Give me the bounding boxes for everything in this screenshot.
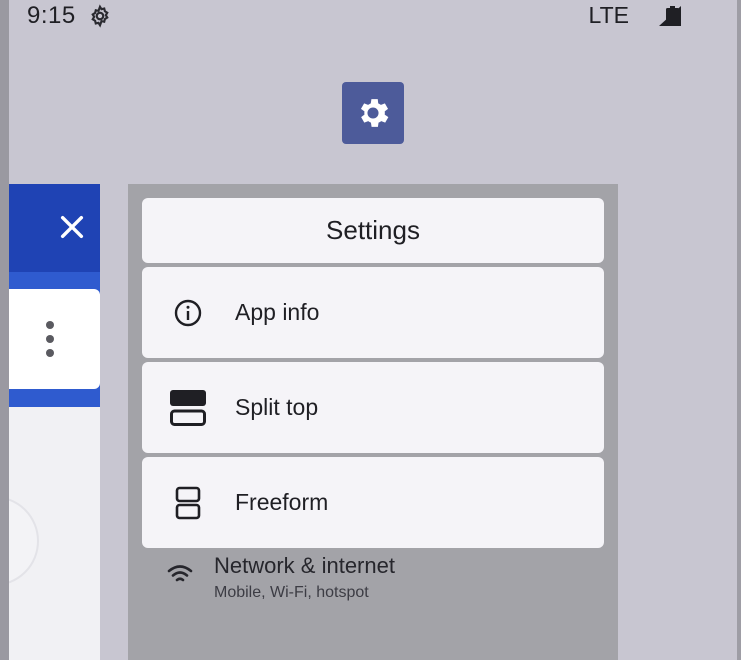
info-icon (174, 299, 202, 327)
menu-item-split-top[interactable]: Split top (142, 362, 604, 453)
network-type-label: LTE (588, 2, 629, 28)
recent-app-card-left[interactable] (9, 184, 100, 660)
more-vert-icon[interactable] (43, 319, 57, 359)
status-time: 9:15 (27, 2, 76, 29)
settings-app-icon[interactable] (342, 82, 404, 144)
settings-gear-icon (91, 4, 109, 28)
recents-screen: 9:15 LTE Network & internet Mobile, Wi-F… (0, 0, 741, 660)
menu-item-freeform[interactable]: Freeform (142, 457, 604, 548)
close-icon[interactable] (56, 211, 88, 243)
network-internet-subtitle: Mobile, Wi-Fi, hotspot (214, 584, 369, 601)
screen-edge-left (0, 0, 9, 660)
screen-edge-right (737, 0, 741, 660)
menu-item-label: Freeform (235, 489, 329, 515)
gear-icon (360, 99, 389, 127)
menu-item-app-info[interactable]: App info (142, 267, 604, 358)
menu-item-label: Split top (235, 394, 319, 420)
menu-title: Settings (142, 198, 604, 263)
status-bar: 9:15 LTE (9, 0, 737, 34)
freeform-icon (175, 486, 201, 520)
network-internet-title: Network & internet (214, 553, 395, 578)
menu-item-label: App info (235, 299, 320, 325)
battery-icon (666, 6, 679, 26)
wifi-icon (167, 565, 193, 582)
split-top-icon (170, 390, 206, 426)
left-app-circle (9, 496, 39, 586)
